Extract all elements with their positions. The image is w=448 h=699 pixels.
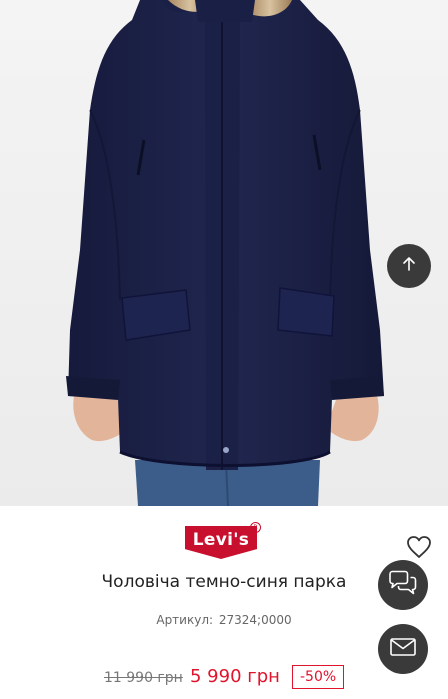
brand-logo-text: Levi's [192,530,250,550]
chat-button[interactable] [378,560,428,610]
product-image[interactable] [0,0,448,506]
price-row: 11 990 грн 5 990 грн -50% [0,664,448,692]
registered-mark-icon: R [250,522,261,533]
wishlist-button[interactable] [405,534,433,560]
envelope-icon [389,636,417,662]
product-sku: Артикул: 27324;0000 [0,613,448,627]
old-price: 11 990 грн [104,670,183,686]
sku-value: 27324;0000 [218,613,292,627]
sku-label: Артикул: [156,613,214,627]
sale-price: 5 990 грн [190,666,280,687]
scroll-to-top-button[interactable] [387,244,431,288]
brand-logo[interactable]: Levi's R [185,522,261,564]
parka-illustration [0,0,448,506]
discount-badge: -50% [292,665,345,689]
chat-bubbles-icon [387,569,419,601]
arrow-up-icon [400,255,418,277]
